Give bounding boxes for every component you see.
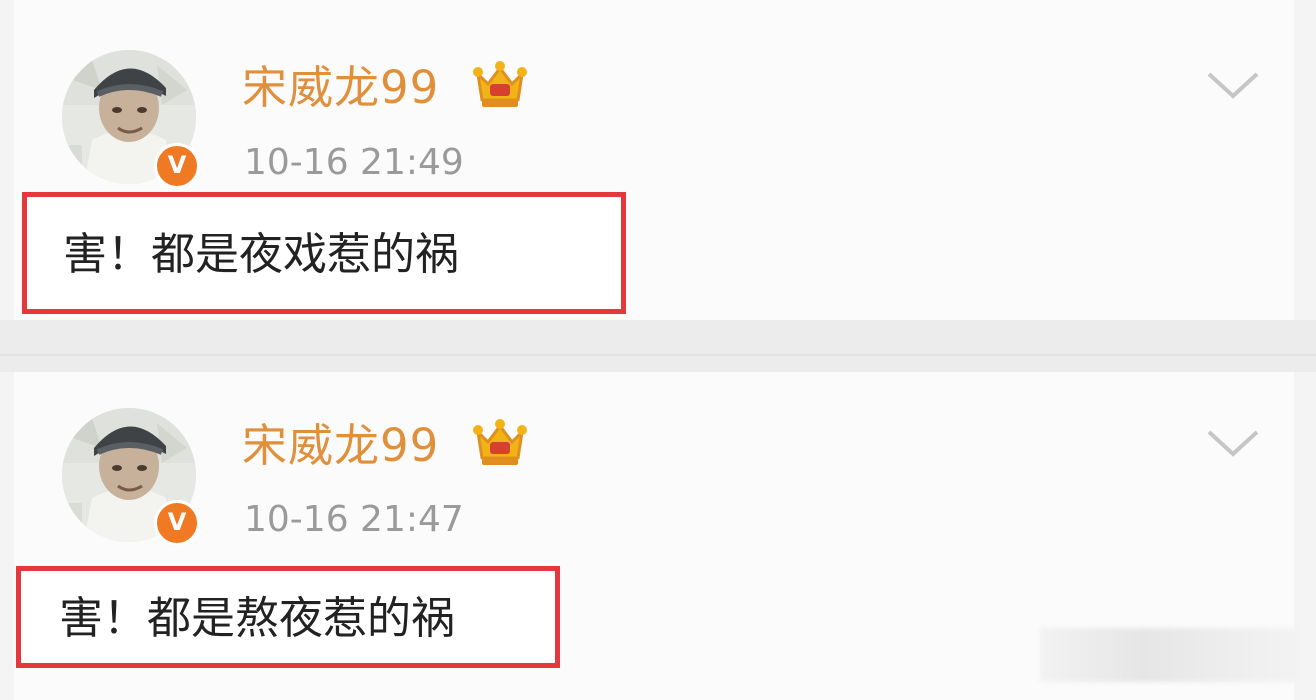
verified-badge-icon: V: [154, 500, 200, 546]
chevron-down-icon[interactable]: [1206, 428, 1260, 458]
timestamp: 10-16 21:47: [244, 499, 464, 540]
timestamp: 10-16 21:49: [244, 142, 464, 183]
divider: [0, 320, 1316, 372]
crown-icon: [473, 61, 527, 107]
divider-line: [0, 354, 1316, 356]
comment-highlight: 害！都是熬夜惹的祸: [16, 566, 560, 668]
chevron-down-icon[interactable]: [1206, 70, 1260, 100]
comment-highlight: 害！都是夜戏惹的祸: [22, 192, 626, 314]
comment-text: 害！都是熬夜惹的祸: [59, 593, 455, 644]
username[interactable]: 宋威龙99: [242, 60, 439, 116]
blurred-watermark: [1040, 628, 1300, 682]
comment-text: 害！都是夜戏惹的祸: [63, 229, 459, 280]
comment-card: V 宋威龙99 10-16 21:49 害！都是夜戏惹的祸: [14, 0, 1294, 320]
username[interactable]: 宋威龙99: [242, 418, 439, 474]
verified-badge-icon: V: [154, 143, 200, 189]
crown-icon: [473, 419, 527, 465]
